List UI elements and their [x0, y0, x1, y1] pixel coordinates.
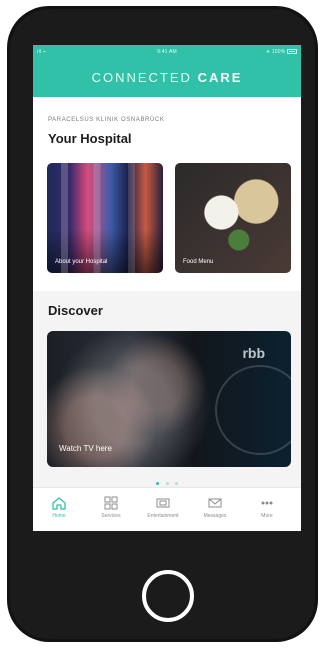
battery-percent: 100% [271, 49, 286, 55]
status-time: 9:41 AM [157, 49, 177, 55]
rbb-watermark: rbb [242, 345, 265, 361]
battery-status: ∗ 100% [266, 49, 297, 55]
status-bar: ıll ⌁ 9:41 AM ∗ 100% [33, 45, 301, 59]
more-icon [259, 495, 275, 511]
tab-messages-label: Messages [203, 513, 227, 519]
tab-services[interactable]: Services [85, 495, 137, 519]
phone-home-button[interactable] [142, 570, 194, 622]
tab-home-label: Home [52, 513, 66, 519]
brand-light: CONNECTED [91, 70, 192, 85]
about-hospital-card[interactable]: About your Hospital [47, 163, 163, 273]
carousel-pager [33, 472, 301, 485]
hospital-kicker: PARACELSUS KLINIK OSNABRÜCK [48, 117, 165, 123]
bluetooth-icon: ∗ [265, 49, 271, 55]
about-hospital-caption: About your Hospital [55, 259, 108, 265]
tab-more-label: More [261, 513, 273, 519]
bottom-tab-bar: Home Services Entertainment Messages Mor… [33, 487, 301, 531]
watch-tv-card[interactable]: rbb Watch TV here [47, 331, 291, 467]
tab-entertainment[interactable]: Entertainment [137, 495, 189, 519]
mail-icon [207, 495, 223, 511]
grid-icon [103, 495, 119, 511]
decorative-ring [215, 365, 291, 455]
section-title-discover: Discover [48, 303, 103, 318]
home-icon [51, 495, 67, 511]
battery-icon [287, 49, 297, 55]
app-header: CONNECTED CARE [33, 59, 301, 97]
pager-dot-3[interactable] [174, 482, 178, 485]
tv-icon [155, 495, 171, 511]
tab-services-label: Services [101, 513, 121, 519]
brand-bold: CARE [197, 70, 243, 85]
food-menu-caption: Food Menu [183, 259, 214, 265]
app-screen: ıll ⌁ 9:41 AM ∗ 100% CONNECTED CARE PARA… [33, 45, 301, 531]
food-menu-card[interactable]: Food Menu [175, 163, 291, 273]
tab-home[interactable]: Home [33, 495, 85, 519]
tab-messages[interactable]: Messages [189, 495, 241, 519]
tab-entertainment-label: Entertainment [147, 513, 179, 519]
tab-more[interactable]: More [241, 495, 293, 519]
section-title-your-hospital: Your Hospital [48, 131, 132, 146]
watch-tv-caption: Watch TV here [59, 444, 112, 453]
pager-dot-2[interactable] [165, 482, 169, 485]
